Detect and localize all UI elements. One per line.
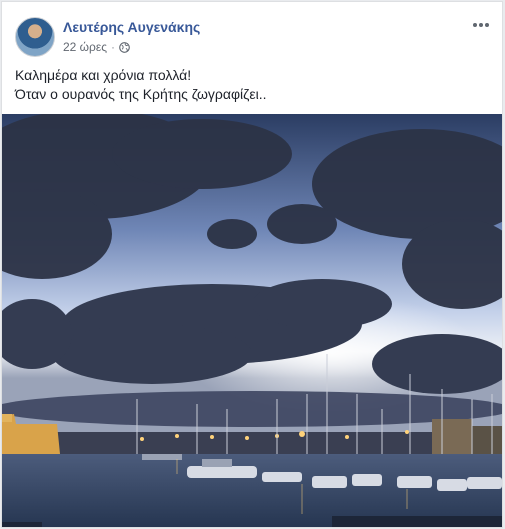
avatar[interactable] xyxy=(15,17,55,57)
meta-separator: · xyxy=(111,40,116,54)
post-text: Καλημέρα και χρόνια πολλά! Όταν ο ουρανό… xyxy=(15,66,485,104)
post-header: Λευτέρης Αυγενάκης 22 ώρες · xyxy=(2,2,502,64)
post-text-line: Όταν ο ουρανός της Κρήτης ζωγραφίζει.. xyxy=(15,86,267,102)
post-meta: 22 ώρες · xyxy=(63,40,130,54)
feed-post: Λευτέρης Αυγενάκης 22 ώρες · Καλημέρα κα… xyxy=(1,1,503,528)
globe-icon[interactable] xyxy=(119,41,130,53)
more-options-icon[interactable] xyxy=(470,16,492,34)
author-name-link[interactable]: Λευτέρης Αυγενάκης xyxy=(63,19,200,35)
post-text-line: Καλημέρα και χρόνια πολλά! xyxy=(15,67,192,83)
post-timestamp[interactable]: 22 ώρες xyxy=(63,40,107,54)
post-photo[interactable] xyxy=(2,114,502,527)
